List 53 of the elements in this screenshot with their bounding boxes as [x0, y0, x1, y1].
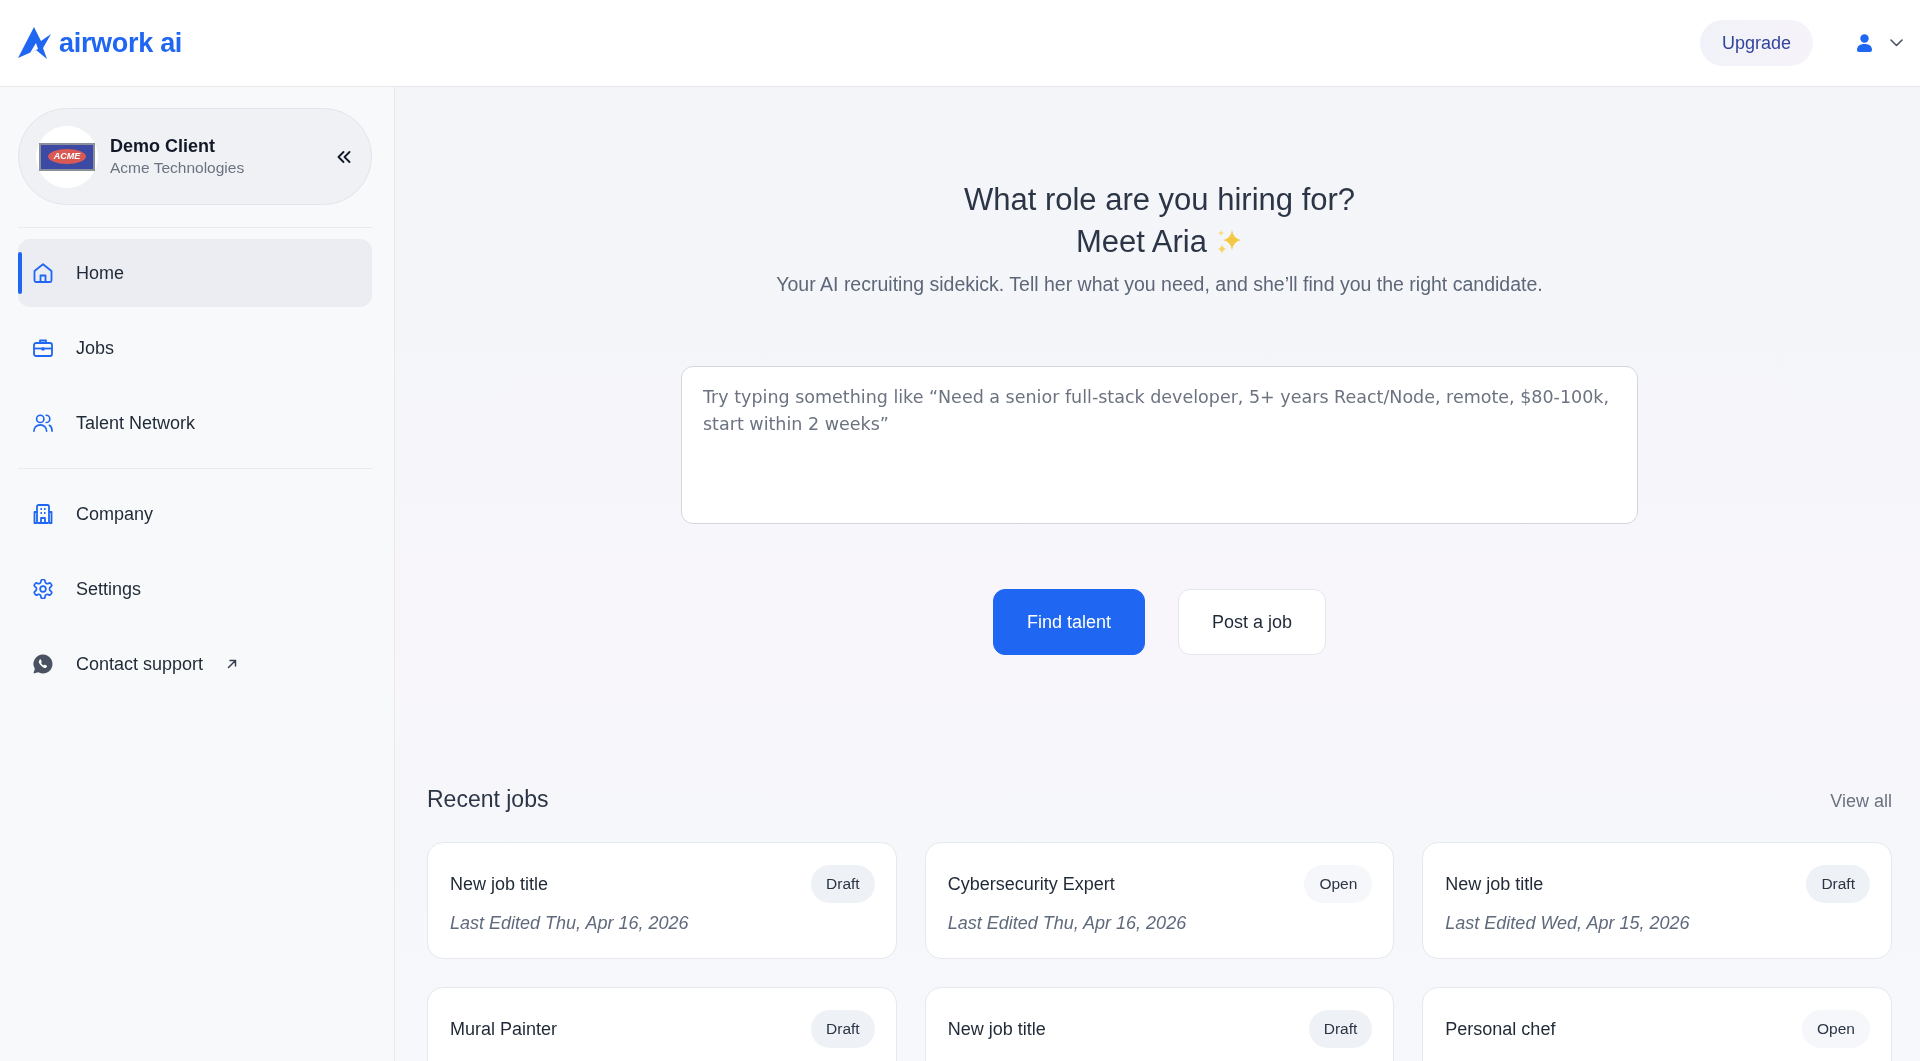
section-title: Recent jobs: [427, 786, 549, 813]
upgrade-button[interactable]: Upgrade: [1699, 20, 1813, 66]
job-title: New job title: [947, 1018, 1046, 1040]
company-name: Acme Technologies: [110, 159, 246, 177]
external-link-icon: [227, 659, 238, 669]
status-tag: Draft: [811, 865, 875, 903]
job-title: Personal chef: [1445, 1018, 1556, 1040]
user-menu-button[interactable]: [1857, 34, 1903, 52]
briefcase-icon: [33, 338, 53, 358]
secondary-button[interactable]: Post a job: [1178, 589, 1327, 655]
view-all-link[interactable]: View all: [1830, 791, 1892, 812]
primary-button[interactable]: Find talent: [992, 589, 1145, 655]
status-tag: Open: [1802, 1010, 1870, 1048]
job-title: Cybersecurity Expert: [947, 873, 1115, 895]
hero-tagline: Your AI recruiting sidekick. Tell her what you need, and she’ll find you the right candidate.: [776, 272, 1543, 297]
nav-item[interactable]: Home: [18, 239, 372, 307]
status-tag: Draft: [811, 1010, 875, 1048]
nav-item[interactable]: Settings: [18, 555, 372, 623]
job-card[interactable]: Personal chef Open: [1422, 987, 1892, 1061]
job-card[interactable]: Mural Painter Draft: [427, 987, 897, 1061]
job-title: New job title: [450, 873, 549, 895]
status-tag: Draft: [1308, 1010, 1373, 1048]
settings-icon: [33, 579, 53, 599]
status-tag: Draft: [1806, 865, 1870, 903]
job-card[interactable]: New job title Draft Last Edited Thu, Apr 16, 2026: [427, 842, 897, 959]
job-card[interactable]: Cybersecurity Expert Open Last Edited Thu, Apr 16, 2026: [924, 842, 1395, 959]
company-logo: ACME: [36, 125, 98, 188]
last-edited-date: Last Edited Wed, Apr 15, 2026: [1445, 913, 1691, 934]
nav-item[interactable]: Contact support: [18, 630, 372, 698]
client-switcher[interactable]: ACME Demo Client Acme Technologies: [18, 108, 372, 205]
users-icon: [33, 413, 53, 433]
job-title: Mural Painter: [450, 1018, 558, 1040]
last-edited-date: Last Edited Thu, Apr 16, 2026: [450, 913, 690, 934]
logo-icon: [17, 26, 53, 60]
person-icon: [1857, 34, 1872, 52]
nav-item[interactable]: Company: [18, 480, 372, 548]
nav-item[interactable]: Jobs: [18, 314, 372, 382]
hero-subtitle: Meet Aria: [1076, 223, 1207, 261]
status-tag: Open: [1304, 865, 1373, 903]
job-title: New job title: [1445, 873, 1544, 895]
double-chevron-left-icon: [337, 150, 351, 163]
client-name: Demo Client: [110, 136, 216, 157]
prompt-input[interactable]: Try typing something like “Need a senior full-stack developer, 5+ years React/Node, remote, $80-100k, start within 2 weeks”: [681, 366, 1638, 524]
last-edited-date: Last Edited Thu, Apr 16, 2026: [947, 913, 1188, 934]
chevron-down-icon: [1890, 39, 1903, 47]
job-card[interactable]: New job title Draft Last Edited Wed, Apr 15, 2026: [1422, 842, 1892, 959]
logo-text: airwork ai: [59, 27, 183, 59]
hero-title: What role are you hiring for?: [963, 181, 1356, 219]
home-icon: [33, 263, 53, 283]
job-card[interactable]: New job title Draft: [924, 987, 1395, 1061]
building-icon: [33, 504, 53, 524]
chat-bubble-icon: [33, 654, 53, 674]
nav-item[interactable]: Talent Network: [18, 389, 372, 457]
